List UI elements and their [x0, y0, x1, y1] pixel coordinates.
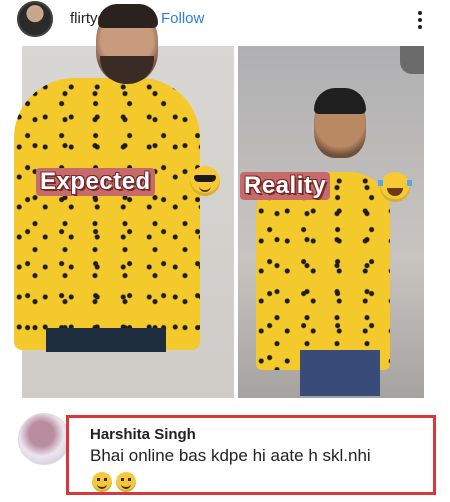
dot-icon: [418, 11, 422, 15]
reality-caption: Reality: [240, 172, 331, 200]
comment-text: Bhai online bas kdpe hi aate h skl.nhi: [90, 446, 371, 465]
commenter-avatar[interactable]: [18, 413, 70, 465]
boy-hair: [314, 88, 366, 114]
more-options-icon[interactable]: [412, 6, 428, 34]
expected-caption: Expected: [36, 168, 155, 196]
follow-button[interactable]: Follow: [161, 10, 204, 27]
boy-yellow-shirt: [256, 172, 390, 370]
profile-avatar[interactable]: [17, 1, 53, 37]
comment-emojis: [92, 472, 136, 492]
laughing-emoji-icon: [378, 172, 412, 202]
sunglasses-emoji-icon: [190, 166, 220, 196]
comment-author[interactable]: Harshita Singh: [90, 426, 196, 443]
dot-icon: [418, 18, 422, 22]
background-mirror: [400, 46, 424, 74]
model-hair: [98, 4, 158, 28]
smile-emoji-icon: [116, 472, 136, 492]
boy-pants: [300, 350, 380, 396]
dot-icon: [418, 25, 422, 29]
model-pants: [46, 328, 166, 352]
model-yellow-shirt: [14, 78, 200, 350]
smile-emoji-icon: [92, 472, 112, 492]
post-header: flirtyology • Follow: [0, 0, 450, 38]
